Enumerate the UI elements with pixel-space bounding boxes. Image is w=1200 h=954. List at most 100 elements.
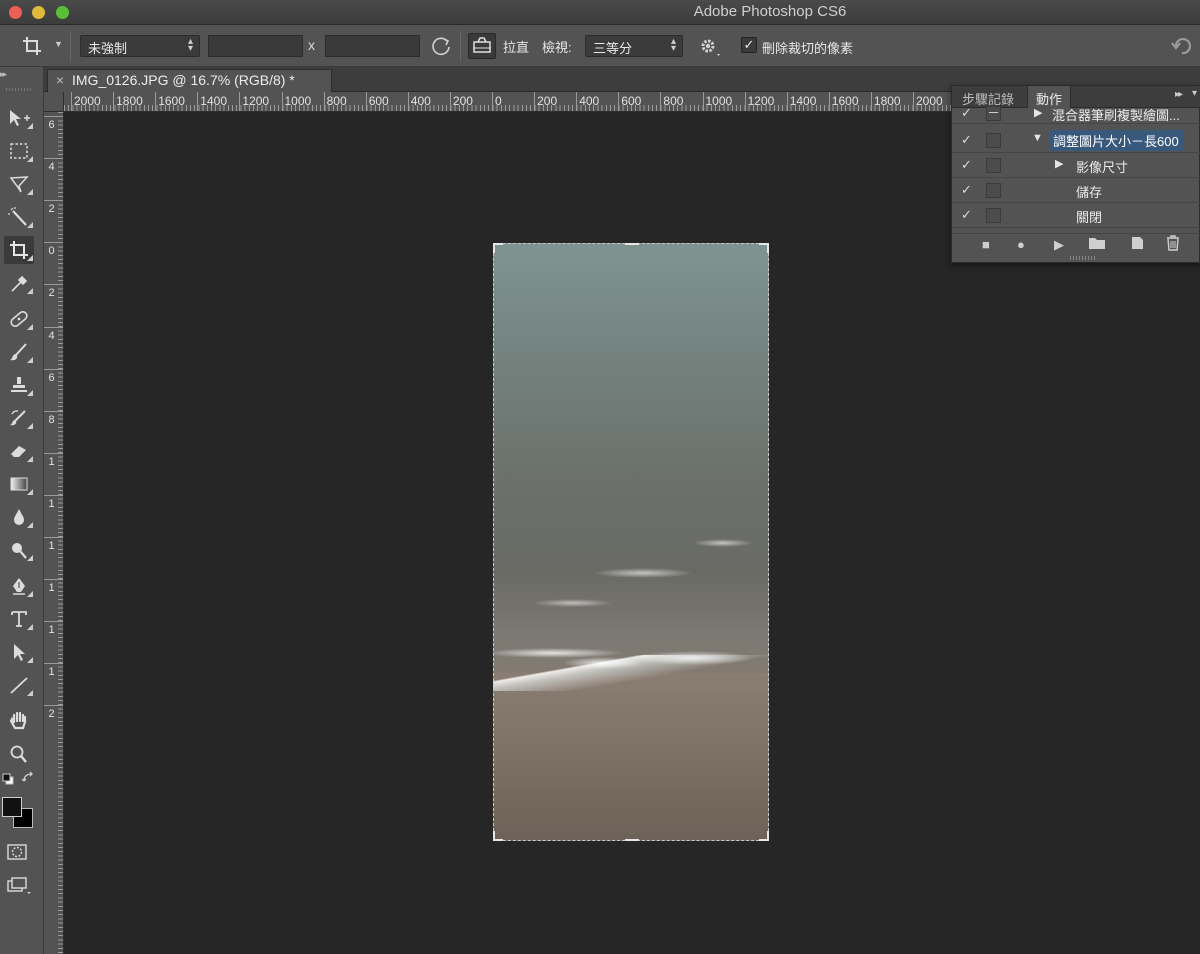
ruler-major-tick xyxy=(281,92,283,111)
healing-brush-icon[interactable] xyxy=(4,305,34,333)
move-icon[interactable] xyxy=(4,104,34,132)
trash-icon[interactable] xyxy=(1165,235,1181,254)
marquee-icon[interactable] xyxy=(4,137,34,165)
ruler-label: 800 xyxy=(663,94,684,108)
title-bar: Adobe Photoshop CS6 xyxy=(0,0,1200,25)
panel-menu-icon[interactable]: ▾ xyxy=(1192,88,1197,99)
step-label: 影像尺寸 xyxy=(1076,160,1129,175)
new-action-icon[interactable] xyxy=(1129,235,1145,254)
panel-resize-grip[interactable] xyxy=(1070,256,1096,260)
action-step-row[interactable]: ✓ 儲存 xyxy=(952,178,1200,203)
overlay-view-select[interactable]: 三等分 ▴ ▾ xyxy=(585,35,683,57)
ruler-label: 600 xyxy=(368,94,389,108)
ruler-label: 400 xyxy=(579,94,600,108)
dialog-toggle-box[interactable] xyxy=(986,208,1001,223)
type-icon[interactable] xyxy=(4,605,34,633)
actions-panel: 步驟記錄 動作 ▸▸ ▾ ✓ ▶ 混合器筆刷複製繪圖... ✓ ▼ 調整圖片大小… xyxy=(951,85,1200,263)
separator xyxy=(460,31,461,61)
ruler-origin[interactable] xyxy=(44,92,64,112)
crop-handle-bottom[interactable] xyxy=(625,837,639,841)
swap-colors-icon[interactable] xyxy=(21,771,36,785)
magic-wand-icon[interactable] xyxy=(4,203,34,231)
gradient-icon[interactable] xyxy=(4,470,34,498)
check-icon[interactable]: ✓ xyxy=(961,132,972,148)
screen-mode-icon[interactable] xyxy=(6,875,32,895)
ruler-major-tick xyxy=(44,705,63,707)
foreground-color-swatch[interactable] xyxy=(2,797,22,817)
pen-icon[interactable] xyxy=(4,572,34,600)
zoom-icon[interactable] xyxy=(4,740,34,768)
line-icon[interactable] xyxy=(4,671,34,699)
ruler-major-tick xyxy=(44,158,63,160)
check-icon[interactable]: ✓ xyxy=(961,105,972,121)
blur-icon[interactable] xyxy=(4,503,34,531)
separator xyxy=(70,31,71,61)
expand-triangle-icon[interactable]: ▶ xyxy=(1034,106,1042,119)
action-row-selected[interactable]: ✓ ▼ 調整圖片大小－長600 xyxy=(952,128,1200,153)
history-brush-icon[interactable] xyxy=(4,404,34,432)
ruler-label: 1400 xyxy=(789,94,817,108)
action-step-row[interactable]: ✓ 關閉 xyxy=(952,203,1200,228)
dialog-toggle-box[interactable] xyxy=(986,158,1001,173)
crop-handle-top-right[interactable] xyxy=(759,243,769,253)
crop-ratio-select[interactable]: 未強制 ▴ ▾ xyxy=(80,35,200,57)
ruler-label: 1600 xyxy=(158,94,185,108)
dialog-toggle-box[interactable] xyxy=(986,106,1001,121)
vertical-ruler[interactable]: 6 4 2 0 2 4 6 8 1 1 1 1 1 1 2 xyxy=(44,112,64,954)
ruler-label: 6 xyxy=(48,119,55,131)
document-tab[interactable]: × IMG_0126.JPG @ 16.7% (RGB/8) * xyxy=(47,69,332,92)
lasso-icon[interactable] xyxy=(4,170,34,198)
toolbox-grip[interactable] xyxy=(6,88,32,91)
delete-cropped-checkbox[interactable]: ✓ xyxy=(741,37,757,53)
crop-handle-top[interactable] xyxy=(625,243,639,247)
collapse-triangle-icon[interactable]: ▼ xyxy=(1032,132,1043,144)
ruler-label: 600 xyxy=(621,94,642,108)
eyedropper-icon[interactable] xyxy=(4,269,34,297)
crop-handle-top-left[interactable] xyxy=(493,243,503,253)
check-icon[interactable]: ✓ xyxy=(961,157,972,173)
dodge-icon[interactable] xyxy=(4,536,34,564)
eraser-icon[interactable] xyxy=(4,437,34,465)
default-colors-icon[interactable] xyxy=(2,772,14,785)
tool-preset-dropdown-icon[interactable]: ▼ xyxy=(54,39,63,49)
ruler-label: 800 xyxy=(326,94,347,108)
record-icon[interactable]: ● xyxy=(1017,237,1025,252)
hand-icon[interactable] xyxy=(4,707,34,735)
crop-handle-bottom-left[interactable] xyxy=(493,831,503,841)
play-icon[interactable]: ▶ xyxy=(1054,237,1064,253)
panel-collapse-icon[interactable]: ▸▸ xyxy=(1175,89,1183,100)
expand-triangle-icon[interactable]: ▶ xyxy=(1055,157,1063,170)
crop-width-input[interactable] xyxy=(208,35,303,57)
dialog-toggle-box[interactable] xyxy=(986,183,1001,198)
path-selection-icon[interactable] xyxy=(4,638,34,666)
straighten-label[interactable]: 拉直 xyxy=(503,37,529,56)
crop-handle-bottom-right[interactable] xyxy=(759,831,769,841)
ruler-major-tick xyxy=(44,537,63,538)
action-row[interactable]: ✓ ▶ 混合器筆刷複製繪圖... xyxy=(952,103,1200,124)
gear-icon[interactable] xyxy=(697,34,721,58)
action-step-row[interactable]: ✓ ▶ 影像尺寸 xyxy=(952,153,1200,178)
ruler-major-tick xyxy=(870,92,872,111)
toolbox-collapse-icon[interactable]: ▸▸ xyxy=(0,69,7,80)
folder-icon[interactable] xyxy=(1088,235,1106,254)
close-icon[interactable]: × xyxy=(56,72,64,88)
ruler-major-tick xyxy=(449,92,451,111)
check-icon[interactable]: ✓ xyxy=(961,207,972,223)
cancel-crop-icon[interactable] xyxy=(1170,35,1194,57)
ruler-major-tick xyxy=(618,92,620,111)
quick-mask-icon[interactable] xyxy=(6,842,28,862)
dialog-toggle-box[interactable] xyxy=(986,133,1001,148)
straighten-icon[interactable] xyxy=(468,33,496,59)
action-set-label: 混合器筆刷複製繪圖... xyxy=(1052,108,1180,123)
check-icon[interactable]: ✓ xyxy=(961,182,972,198)
rotate-icon[interactable] xyxy=(430,35,452,57)
ruler-label: 1 xyxy=(48,455,55,468)
clone-stamp-icon[interactable] xyxy=(4,371,34,399)
ruler-major-tick xyxy=(660,92,662,111)
crop-height-input[interactable] xyxy=(325,35,420,57)
crop-icon[interactable] xyxy=(4,236,34,264)
brush-icon[interactable] xyxy=(4,338,34,366)
stop-icon[interactable]: ■ xyxy=(982,237,990,252)
ruler-label: 2 xyxy=(48,287,55,300)
crop-tool-preset-icon[interactable] xyxy=(20,34,46,58)
